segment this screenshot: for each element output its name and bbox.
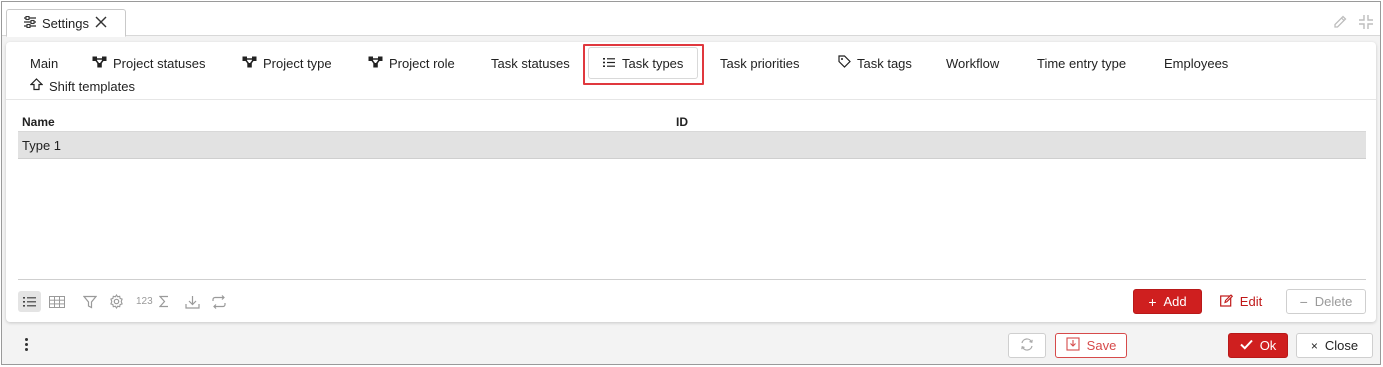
tab-employees[interactable]: Employees bbox=[1164, 52, 1228, 74]
close-icon[interactable] bbox=[94, 15, 108, 32]
collapse-icon[interactable] bbox=[1358, 14, 1374, 33]
shift-icon bbox=[29, 78, 44, 94]
column-header-id[interactable]: ID bbox=[676, 115, 688, 129]
edit-icon bbox=[1219, 293, 1233, 310]
tab-label: Shift templates bbox=[49, 78, 135, 94]
tab-label: Task types bbox=[622, 55, 684, 71]
tab-project-statuses[interactable]: Project statuses bbox=[92, 52, 206, 74]
grid-toolbar: 123 + Add Edit − Delete bbox=[18, 279, 1366, 321]
number-format-label[interactable]: 123 bbox=[136, 296, 153, 307]
grid-header: Name ID bbox=[18, 110, 1366, 132]
dialog-footer: Save Ok × Close bbox=[2, 328, 1380, 364]
settings-sliders-icon bbox=[23, 15, 37, 31]
table-row[interactable]: Type 1 bbox=[18, 132, 1366, 159]
tab-project-role[interactable]: Project role bbox=[368, 52, 455, 74]
tab-label: Main bbox=[30, 55, 59, 71]
tab-time-entry-type[interactable]: Time entry type bbox=[1037, 52, 1126, 74]
tab-task-types[interactable]: Task types bbox=[588, 47, 699, 79]
check-icon bbox=[1239, 338, 1253, 353]
list-view-icon[interactable] bbox=[18, 291, 41, 312]
tab-label: Time entry type bbox=[1037, 55, 1127, 71]
tab-label: Project statuses bbox=[113, 55, 206, 71]
task-types-grid: Name ID Type 1 bbox=[18, 110, 1366, 159]
settings-tabs: Main Project statuses Project type Proje… bbox=[6, 42, 1376, 100]
add-button[interactable]: + Add bbox=[1133, 289, 1202, 314]
settings-panel: Main Project statuses Project type Proje… bbox=[6, 42, 1376, 322]
tab-project-type[interactable]: Project type bbox=[242, 52, 332, 74]
refresh-cycle-icon[interactable] bbox=[208, 291, 231, 312]
cell-name: Type 1 bbox=[22, 138, 62, 153]
tab-task-priorities[interactable]: Task priorities bbox=[720, 52, 799, 74]
gear-icon[interactable] bbox=[105, 291, 128, 312]
close-button[interactable]: × Close bbox=[1296, 333, 1373, 358]
edit-button-label: Edit bbox=[1239, 294, 1263, 309]
close-button-label: Close bbox=[1324, 338, 1359, 353]
tab-label: Task priorities bbox=[720, 55, 800, 71]
filter-icon[interactable] bbox=[78, 291, 101, 312]
download-icon[interactable] bbox=[181, 291, 204, 312]
tab-label: Workflow bbox=[946, 55, 1000, 71]
list-icon bbox=[603, 56, 616, 71]
delete-button-label: Delete bbox=[1314, 294, 1353, 309]
settings-tab-title: Settings bbox=[42, 15, 89, 31]
more-options-icon[interactable] bbox=[22, 338, 30, 352]
tab-label: Project role bbox=[389, 55, 455, 71]
tab-label: Project type bbox=[263, 55, 332, 71]
tab-label: Employees bbox=[1164, 55, 1229, 71]
close-icon: × bbox=[1310, 338, 1318, 353]
graph-nodes-icon bbox=[92, 56, 107, 71]
tab-label: Task tags bbox=[857, 55, 912, 71]
add-button-label: Add bbox=[1163, 294, 1187, 309]
refresh-button[interactable] bbox=[1008, 333, 1046, 358]
delete-button[interactable]: − Delete bbox=[1286, 289, 1366, 314]
column-header-name[interactable]: Name bbox=[22, 115, 55, 129]
table-view-icon[interactable] bbox=[45, 291, 68, 312]
document-tab-strip: Settings bbox=[2, 2, 1380, 37]
minus-icon: − bbox=[1299, 293, 1308, 310]
tab-main[interactable]: Main bbox=[30, 52, 58, 74]
settings-document-tab[interactable]: Settings bbox=[6, 9, 126, 37]
tab-task-statuses[interactable]: Task statuses bbox=[491, 52, 570, 74]
sum-icon[interactable] bbox=[157, 291, 171, 312]
refresh-icon bbox=[1020, 337, 1034, 354]
tab-task-tags[interactable]: Task tags bbox=[838, 52, 912, 74]
ok-button[interactable]: Ok bbox=[1228, 333, 1288, 358]
tab-workflow[interactable]: Workflow bbox=[946, 52, 999, 74]
ok-button-label: Ok bbox=[1259, 338, 1277, 353]
plus-icon: + bbox=[1148, 293, 1157, 310]
tab-shift-templates[interactable]: Shift templates bbox=[29, 75, 135, 97]
tag-icon bbox=[838, 55, 851, 71]
graph-nodes-icon bbox=[242, 56, 257, 71]
save-icon bbox=[1066, 337, 1080, 354]
save-button-label: Save bbox=[1086, 338, 1117, 353]
settings-window: Settings Main Project statuses Project t… bbox=[1, 1, 1381, 365]
edit-button[interactable]: Edit bbox=[1216, 289, 1266, 314]
save-button[interactable]: Save bbox=[1055, 333, 1127, 358]
pencil-icon[interactable] bbox=[1332, 14, 1348, 33]
tab-label: Task statuses bbox=[491, 55, 570, 71]
graph-nodes-icon bbox=[368, 56, 383, 71]
